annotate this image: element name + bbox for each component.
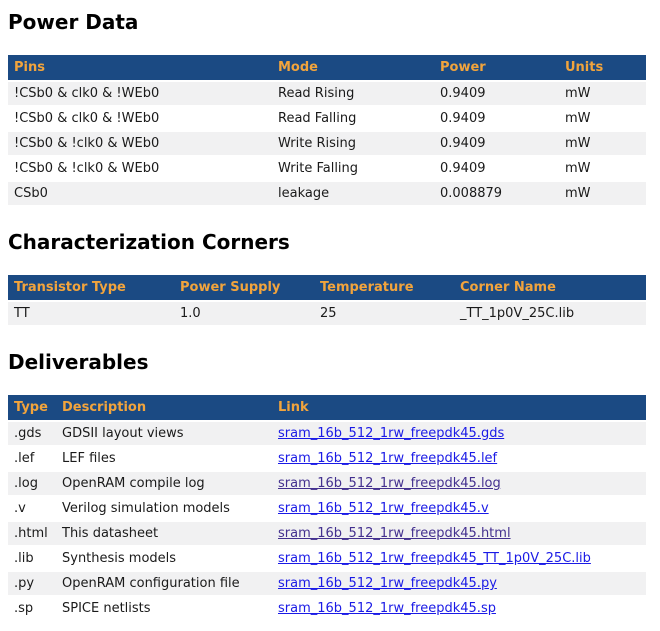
cell-description: LEF files bbox=[56, 447, 272, 470]
html-file-link[interactable]: sram_16b_512_1rw_freepdk45.html bbox=[278, 526, 511, 541]
characterization-corners-title: Characterization Corners bbox=[8, 230, 652, 254]
cell-description: OpenRAM compile log bbox=[56, 472, 272, 495]
cell-pins: !CSb0 & clk0 & !WEb0 bbox=[8, 82, 272, 105]
table-row: CSb0 leakage 0.008879 mW bbox=[8, 182, 646, 205]
cell-temperature: 25 bbox=[314, 302, 454, 325]
cell-mode: Write Rising bbox=[272, 132, 434, 155]
power-data-title: Power Data bbox=[8, 10, 652, 34]
table-row: .lef LEF files sram_16b_512_1rw_freepdk4… bbox=[8, 447, 646, 470]
bottom-spacer bbox=[8, 622, 652, 628]
column-header-type: Type bbox=[8, 395, 56, 420]
cell-link: sram_16b_512_1rw_freepdk45.gds bbox=[272, 422, 646, 445]
column-header-temperature: Temperature bbox=[314, 275, 454, 300]
cell-units: mW bbox=[559, 82, 646, 105]
deliverables-header-row: Type Description Link bbox=[8, 395, 646, 420]
table-row: .log OpenRAM compile log sram_16b_512_1r… bbox=[8, 472, 646, 495]
table-row: !CSb0 & !clk0 & WEb0 Write Falling 0.940… bbox=[8, 157, 646, 180]
table-row: .lib Synthesis models sram_16b_512_1rw_f… bbox=[8, 547, 646, 570]
table-row: TT 1.0 25 _TT_1p0V_25C.lib bbox=[8, 302, 646, 325]
log-file-link[interactable]: sram_16b_512_1rw_freepdk45.log bbox=[278, 476, 501, 491]
column-header-link: Link bbox=[272, 395, 646, 420]
cell-type: .sp bbox=[8, 597, 56, 620]
table-row: !CSb0 & clk0 & !WEb0 Read Falling 0.9409… bbox=[8, 107, 646, 130]
cell-link: sram_16b_512_1rw_freepdk45.lef bbox=[272, 447, 646, 470]
cell-type: .log bbox=[8, 472, 56, 495]
cell-type: .gds bbox=[8, 422, 56, 445]
column-header-mode: Mode bbox=[272, 55, 434, 80]
cell-description: This datasheet bbox=[56, 522, 272, 545]
cell-mode: Read Rising bbox=[272, 82, 434, 105]
verilog-file-link[interactable]: sram_16b_512_1rw_freepdk45.v bbox=[278, 501, 489, 516]
cell-pins: !CSb0 & !clk0 & WEb0 bbox=[8, 132, 272, 155]
column-header-units: Units bbox=[559, 55, 646, 80]
cell-link: sram_16b_512_1rw_freepdk45.py bbox=[272, 572, 646, 595]
characterization-corners-table: Transistor Type Power Supply Temperature… bbox=[8, 273, 646, 327]
cell-description: GDSII layout views bbox=[56, 422, 272, 445]
corners-header-row: Transistor Type Power Supply Temperature… bbox=[8, 275, 646, 300]
cell-pins: CSb0 bbox=[8, 182, 272, 205]
table-row: .gds GDSII layout views sram_16b_512_1rw… bbox=[8, 422, 646, 445]
cell-mode: Write Falling bbox=[272, 157, 434, 180]
cell-mode: leakage bbox=[272, 182, 434, 205]
cell-link: sram_16b_512_1rw_freepdk45.html bbox=[272, 522, 646, 545]
cell-pins: !CSb0 & clk0 & !WEb0 bbox=[8, 107, 272, 130]
cell-link: sram_16b_512_1rw_freepdk45.sp bbox=[272, 597, 646, 620]
column-header-description: Description bbox=[56, 395, 272, 420]
cell-type: .html bbox=[8, 522, 56, 545]
cell-power: 0.9409 bbox=[434, 132, 559, 155]
cell-power: 0.9409 bbox=[434, 157, 559, 180]
cell-description: SPICE netlists bbox=[56, 597, 272, 620]
cell-transistor-type: TT bbox=[8, 302, 174, 325]
table-row: .py OpenRAM configuration file sram_16b_… bbox=[8, 572, 646, 595]
column-header-transistor-type: Transistor Type bbox=[8, 275, 174, 300]
power-data-header-row: Pins Mode Power Units bbox=[8, 55, 646, 80]
cell-power: 0.9409 bbox=[434, 107, 559, 130]
cell-description: Synthesis models bbox=[56, 547, 272, 570]
cell-link: sram_16b_512_1rw_freepdk45.v bbox=[272, 497, 646, 520]
lib-file-link[interactable]: sram_16b_512_1rw_freepdk45_TT_1p0V_25C.l… bbox=[278, 551, 591, 566]
cell-units: mW bbox=[559, 107, 646, 130]
cell-type: .lef bbox=[8, 447, 56, 470]
lef-file-link[interactable]: sram_16b_512_1rw_freepdk45.lef bbox=[278, 451, 497, 466]
cell-link: sram_16b_512_1rw_freepdk45.log bbox=[272, 472, 646, 495]
cell-power: 0.008879 bbox=[434, 182, 559, 205]
cell-type: .py bbox=[8, 572, 56, 595]
cell-type: .v bbox=[8, 497, 56, 520]
cell-power-supply: 1.0 bbox=[174, 302, 314, 325]
deliverables-table: Type Description Link .gds GDSII layout … bbox=[8, 393, 646, 622]
cell-link: sram_16b_512_1rw_freepdk45_TT_1p0V_25C.l… bbox=[272, 547, 646, 570]
table-row: !CSb0 & clk0 & !WEb0 Read Rising 0.9409 … bbox=[8, 82, 646, 105]
cell-units: mW bbox=[559, 182, 646, 205]
cell-power: 0.9409 bbox=[434, 82, 559, 105]
sp-file-link[interactable]: sram_16b_512_1rw_freepdk45.sp bbox=[278, 601, 496, 616]
column-header-power: Power bbox=[434, 55, 559, 80]
power-data-table: Pins Mode Power Units !CSb0 & clk0 & !WE… bbox=[8, 53, 646, 207]
table-row: .sp SPICE netlists sram_16b_512_1rw_free… bbox=[8, 597, 646, 620]
cell-pins: !CSb0 & !clk0 & WEb0 bbox=[8, 157, 272, 180]
deliverables-title: Deliverables bbox=[8, 350, 652, 374]
cell-units: mW bbox=[559, 132, 646, 155]
table-row: .html This datasheet sram_16b_512_1rw_fr… bbox=[8, 522, 646, 545]
cell-description: OpenRAM configuration file bbox=[56, 572, 272, 595]
cell-units: mW bbox=[559, 157, 646, 180]
column-header-corner-name: Corner Name bbox=[454, 275, 646, 300]
table-row: .v Verilog simulation models sram_16b_51… bbox=[8, 497, 646, 520]
cell-corner-name: _TT_1p0V_25C.lib bbox=[454, 302, 646, 325]
column-header-power-supply: Power Supply bbox=[174, 275, 314, 300]
column-header-pins: Pins bbox=[8, 55, 272, 80]
gds-file-link[interactable]: sram_16b_512_1rw_freepdk45.gds bbox=[278, 426, 504, 441]
table-row: !CSb0 & !clk0 & WEb0 Write Rising 0.9409… bbox=[8, 132, 646, 155]
cell-mode: Read Falling bbox=[272, 107, 434, 130]
cell-description: Verilog simulation models bbox=[56, 497, 272, 520]
py-file-link[interactable]: sram_16b_512_1rw_freepdk45.py bbox=[278, 576, 497, 591]
cell-type: .lib bbox=[8, 547, 56, 570]
